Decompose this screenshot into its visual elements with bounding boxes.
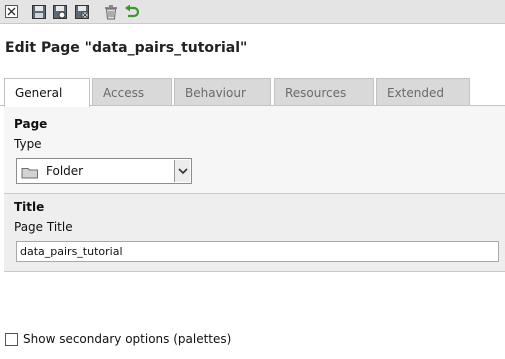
page-title: Edit Page "data_pairs_tutorial" (5, 40, 248, 56)
save-and-view-icon[interactable] (52, 4, 68, 20)
tab-access[interactable]: Access (92, 78, 172, 105)
close-icon[interactable] (4, 4, 20, 20)
page-section: Page Type Folder (4, 106, 505, 193)
undo-icon[interactable] (124, 4, 140, 20)
page-title-input[interactable] (16, 241, 499, 262)
page-section-title: Page (14, 117, 48, 131)
folder-icon (21, 166, 39, 182)
tab-extended[interactable]: Extended (376, 78, 470, 105)
type-label: Type (14, 137, 42, 151)
title-section: Title Page Title (4, 193, 505, 272)
delete-icon[interactable] (103, 4, 119, 20)
save-and-close-icon[interactable] (74, 4, 90, 20)
page-title-label: Page Title (14, 220, 73, 234)
tab-bar: General Access Behaviour Resources Exten… (0, 78, 505, 107)
tab-behaviour[interactable]: Behaviour (174, 78, 271, 105)
tab-resources[interactable]: Resources (274, 78, 374, 105)
save-icon[interactable] (31, 4, 47, 20)
type-select[interactable]: Folder (16, 158, 192, 184)
title-section-title: Title (14, 200, 45, 214)
show-palettes-checkbox[interactable] (5, 333, 18, 346)
show-palettes-label[interactable]: Show secondary options (palettes) (23, 332, 231, 346)
type-select-value: Folder (46, 164, 84, 178)
chevron-down-icon[interactable] (174, 160, 190, 182)
tab-general[interactable]: General (4, 78, 90, 107)
toolbar (0, 0, 505, 24)
